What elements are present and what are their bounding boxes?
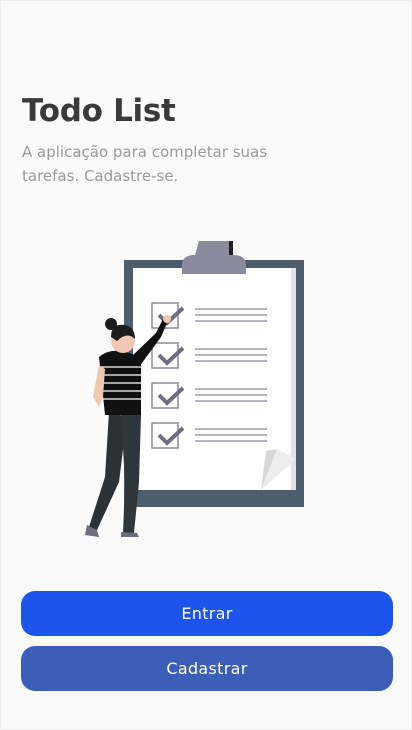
login-button[interactable]: Entrar bbox=[21, 591, 393, 636]
register-button[interactable]: Cadastrar bbox=[21, 646, 393, 691]
clipboard-clip bbox=[182, 241, 246, 274]
welcome-screen: Todo List A aplicação para completar sua… bbox=[0, 0, 412, 730]
app-subtitle: A aplicação para completar suas tarefas.… bbox=[22, 143, 268, 185]
app-title: Todo List bbox=[22, 93, 176, 129]
checklist-illustration bbox=[85, 241, 304, 537]
